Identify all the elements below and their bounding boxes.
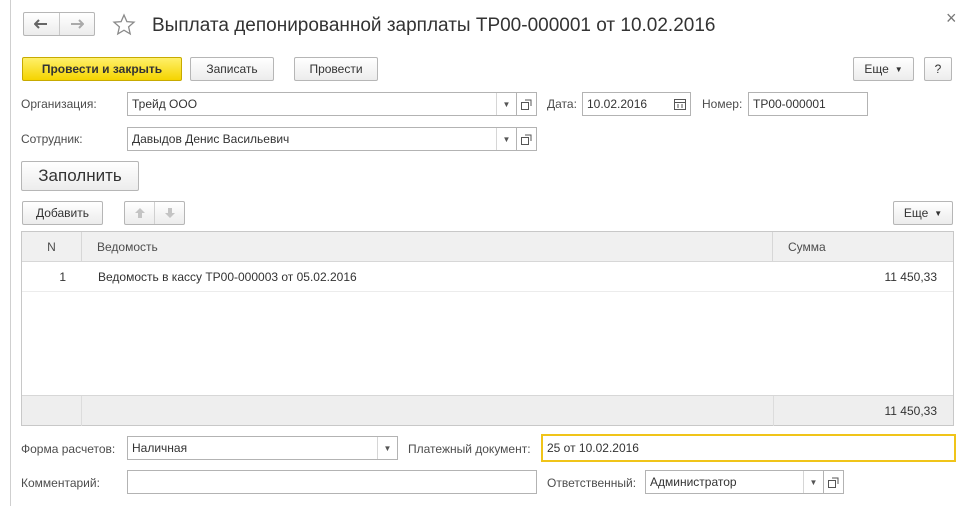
favorite-star-icon[interactable]	[112, 13, 136, 37]
org-open-button[interactable]	[517, 92, 537, 116]
org-value: Трейд ООО	[132, 97, 198, 111]
close-icon[interactable]: ×	[946, 8, 957, 28]
calendar-icon[interactable]	[670, 93, 690, 115]
payment-doc-field[interactable]: 25 от 10.02.2016	[541, 434, 956, 462]
responsible-label: Ответственный:	[547, 476, 637, 490]
chevron-down-icon[interactable]: ▼	[377, 437, 397, 459]
nav-buttons	[23, 12, 95, 36]
column-header-n[interactable]: N	[22, 232, 82, 262]
payment-form-value: Наличная	[132, 441, 188, 455]
payment-doc-label: Платежный документ:	[408, 442, 531, 456]
employee-label: Сотрудник:	[21, 132, 83, 146]
table-footer: 11 450,33	[22, 395, 953, 426]
table-more-label: Еще	[903, 206, 929, 220]
responsible-value: Администратор	[650, 475, 737, 489]
employee-open-button[interactable]	[517, 127, 537, 151]
add-row-button[interactable]: Добавить	[22, 201, 103, 225]
chevron-down-icon[interactable]: ▼	[803, 471, 823, 493]
date-field[interactable]: 10.02.2016	[582, 92, 691, 116]
payment-form-field[interactable]: Наличная ▼	[127, 436, 398, 460]
save-button[interactable]: Записать	[190, 57, 274, 81]
open-icon	[521, 99, 532, 110]
comment-label: Комментарий:	[21, 476, 100, 490]
responsible-field[interactable]: Администратор ▼	[645, 470, 824, 494]
date-value: 10.02.2016	[587, 97, 648, 111]
post-button[interactable]: Провести	[294, 57, 378, 81]
table-more-button[interactable]: Еще ▼	[893, 201, 953, 225]
employee-field[interactable]: Давыдов Денис Васильевич ▼	[127, 127, 517, 151]
chevron-down-icon[interactable]: ▼	[496, 128, 516, 150]
comment-field[interactable]	[127, 470, 537, 494]
move-buttons	[124, 201, 185, 225]
dropdown-triangle-icon: ▼	[934, 208, 943, 218]
arrow-left-icon	[34, 19, 48, 29]
post-and-close-button[interactable]: Провести и закрыть	[22, 57, 182, 81]
column-header-statement[interactable]: Ведомость	[82, 232, 773, 262]
statements-table: N Ведомость Сумма 1 Ведомость в кассу ТР…	[21, 231, 954, 426]
help-button[interactable]: ?	[924, 57, 952, 81]
window-title: Выплата депонированной зарплаты ТР00-000…	[152, 15, 716, 36]
date-label: Дата:	[547, 97, 577, 111]
column-header-sum[interactable]: Сумма	[773, 232, 953, 262]
number-field[interactable]: ТР00-000001	[748, 92, 868, 116]
open-icon	[828, 477, 839, 488]
more-menu-button[interactable]: Еще ▼	[853, 57, 914, 81]
payment-doc-value: 25 от 10.02.2016	[547, 441, 639, 455]
dropdown-triangle-icon: ▼	[894, 64, 903, 74]
org-label: Организация:	[21, 97, 97, 111]
open-icon	[521, 134, 532, 145]
forward-button[interactable]	[60, 13, 95, 35]
org-field[interactable]: Трейд ООО ▼	[127, 92, 517, 116]
responsible-open-button[interactable]	[824, 470, 844, 494]
move-up-icon[interactable]	[125, 202, 155, 224]
chevron-down-icon[interactable]: ▼	[496, 93, 516, 115]
table-row[interactable]: 1 Ведомость в кассу ТР00-000003 от 05.02…	[22, 262, 953, 292]
window-left-border	[10, 0, 11, 506]
back-button[interactable]	[24, 13, 60, 35]
move-down-icon[interactable]	[155, 202, 184, 224]
row-sum: 11 450,33	[884, 270, 938, 284]
footer-sum: 11 450,33	[884, 404, 938, 418]
row-statement: Ведомость в кассу ТР00-000003 от 05.02.2…	[98, 270, 357, 284]
number-value: ТР00-000001	[753, 97, 826, 111]
number-label: Номер:	[702, 97, 743, 111]
footer-divider	[81, 396, 82, 426]
payment-form-label: Форма расчетов:	[21, 442, 116, 456]
more-label: Еще	[864, 62, 889, 76]
row-number: 1	[59, 270, 66, 284]
fill-button[interactable]: Заполнить	[21, 161, 139, 191]
arrow-right-icon	[70, 19, 84, 29]
employee-value: Давыдов Денис Васильевич	[132, 132, 290, 146]
